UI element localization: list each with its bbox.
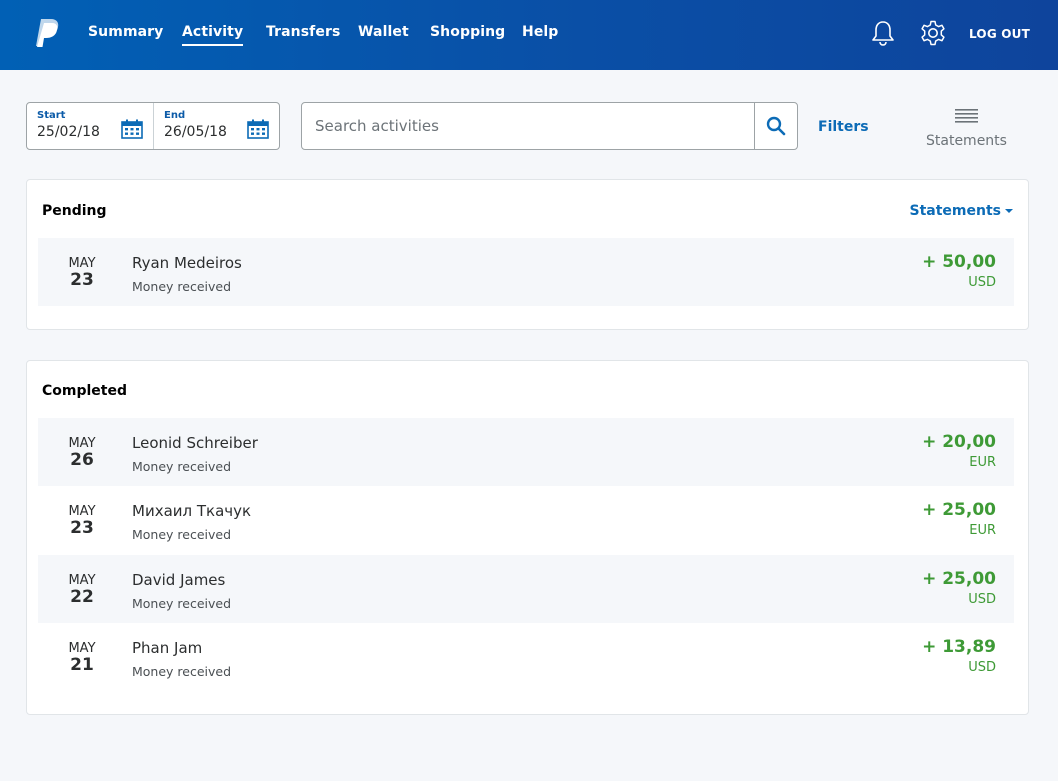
filters-link[interactable]: Filters bbox=[818, 119, 869, 135]
transaction-description: Money received bbox=[132, 596, 232, 611]
transaction-row[interactable]: MAY 23 Михаил Ткачук Money received + 25… bbox=[38, 486, 1014, 554]
transaction-amount: + 20,00 bbox=[922, 432, 996, 452]
gear-icon[interactable] bbox=[919, 19, 947, 47]
calendar-icon[interactable] bbox=[247, 119, 269, 139]
calendar-icon[interactable] bbox=[121, 119, 143, 139]
transaction-month: MAY bbox=[68, 573, 96, 588]
transaction-month: MAY bbox=[68, 504, 96, 519]
statements-dropdown[interactable]: Statements bbox=[909, 203, 1013, 219]
end-date-field[interactable]: End 26/05/18 bbox=[153, 103, 279, 149]
transaction-day: 21 bbox=[70, 655, 94, 675]
start-date-value[interactable]: 25/02/18 bbox=[37, 124, 100, 140]
date-range-picker: Start 25/02/18 End 26/05/18 bbox=[26, 102, 280, 150]
statements-button[interactable]: Statements bbox=[920, 107, 1012, 153]
transaction-name: Ryan Medeiros bbox=[132, 254, 242, 272]
transaction-name: Leonid Schreiber bbox=[132, 434, 258, 452]
bell-icon[interactable] bbox=[869, 19, 897, 47]
start-date-label: Start bbox=[37, 110, 66, 121]
end-date-value[interactable]: 26/05/18 bbox=[164, 124, 227, 140]
transaction-amount: + 25,00 bbox=[922, 569, 996, 589]
transaction-row[interactable]: MAY 22 David James Money received + 25,0… bbox=[38, 555, 1014, 623]
transaction-name: Михаил Ткачук bbox=[132, 502, 252, 520]
transaction-name: David James bbox=[132, 571, 226, 589]
completed-title: Completed bbox=[42, 383, 128, 399]
completed-section: Completed MAY 26 Leonid Schreiber Money … bbox=[26, 360, 1029, 715]
search-icon bbox=[766, 116, 786, 136]
menu-lines-icon bbox=[955, 109, 978, 123]
transaction-currency: USD bbox=[968, 275, 996, 290]
nav-help[interactable]: Help bbox=[522, 24, 558, 40]
nav-shopping[interactable]: Shopping bbox=[430, 24, 505, 40]
logout-link[interactable]: LOG OUT bbox=[969, 27, 1030, 41]
caret-down-icon bbox=[1005, 209, 1013, 213]
transaction-day: 26 bbox=[70, 450, 94, 470]
nav-wallet[interactable]: Wallet bbox=[358, 24, 409, 40]
top-nav-bar: Summary Activity Transfers Wallet Shoppi… bbox=[0, 0, 1058, 70]
start-date-field[interactable]: Start 25/02/18 bbox=[27, 103, 153, 149]
transaction-row[interactable]: MAY 23 Ryan Medeiros Money received + 50… bbox=[38, 238, 1014, 306]
pending-title: Pending bbox=[42, 203, 107, 219]
transaction-name: Phan Jam bbox=[132, 639, 203, 657]
transaction-amount: + 50,00 bbox=[922, 252, 996, 272]
transaction-amount: + 13,89 bbox=[922, 637, 996, 657]
transaction-currency: USD bbox=[968, 660, 996, 675]
transaction-row[interactable]: MAY 21 Phan Jam Money received + 13,89 U… bbox=[38, 623, 1014, 691]
nav-summary[interactable]: Summary bbox=[88, 24, 163, 40]
transaction-day: 23 bbox=[70, 518, 94, 538]
transaction-row[interactable]: MAY 26 Leonid Schreiber Money received +… bbox=[38, 418, 1014, 486]
transaction-currency: EUR bbox=[969, 455, 996, 470]
search-box bbox=[301, 102, 798, 150]
statements-label: Statements bbox=[926, 133, 1007, 149]
end-date-label: End bbox=[164, 110, 186, 121]
transaction-currency: USD bbox=[968, 592, 996, 607]
transaction-month: MAY bbox=[68, 436, 96, 451]
transaction-description: Money received bbox=[132, 664, 232, 679]
statements-dropdown-label: Statements bbox=[909, 203, 1002, 219]
paypal-logo[interactable] bbox=[34, 18, 60, 48]
transaction-month: MAY bbox=[68, 641, 96, 656]
nav-activity[interactable]: Activity bbox=[182, 24, 244, 46]
search-button[interactable] bbox=[754, 103, 797, 149]
transaction-description: Money received bbox=[132, 459, 232, 474]
transaction-day: 23 bbox=[70, 270, 94, 290]
transaction-amount: + 25,00 bbox=[922, 500, 996, 520]
transaction-day: 22 bbox=[70, 587, 94, 607]
transaction-currency: EUR bbox=[969, 523, 996, 538]
transaction-month: MAY bbox=[68, 256, 96, 271]
nav-transfers[interactable]: Transfers bbox=[266, 24, 340, 40]
pending-section: Pending Statements MAY 23 Ryan Medeiros … bbox=[26, 179, 1029, 330]
transaction-description: Money received bbox=[132, 279, 232, 294]
transaction-description: Money received bbox=[132, 527, 232, 542]
search-input[interactable] bbox=[303, 104, 755, 148]
